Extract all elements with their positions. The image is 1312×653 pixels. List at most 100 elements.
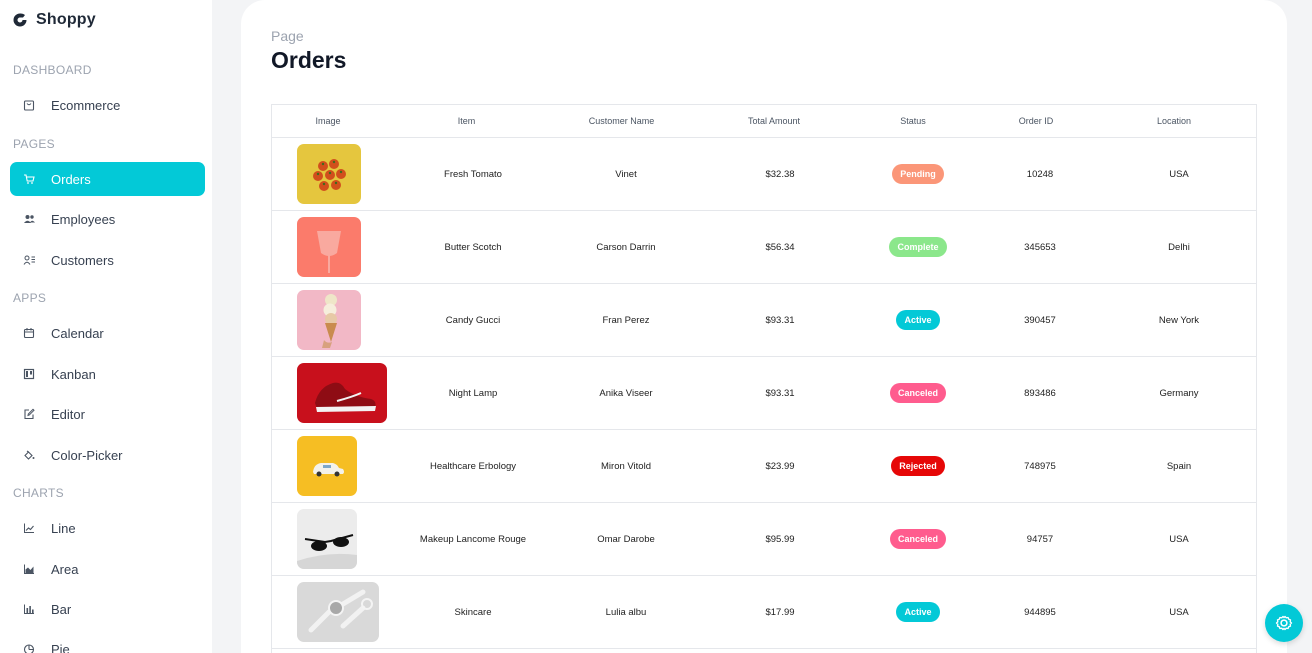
- sidebar-item-label: Ecommerce: [51, 97, 121, 113]
- cell-order-id: 10248: [1026, 168, 1054, 180]
- column-header-status[interactable]: Status: [854, 105, 972, 138]
- section-title-pages: PAGES: [13, 137, 55, 151]
- cell-item: Candy Gucci: [445, 314, 501, 326]
- cell-location: Spain: [1166, 460, 1192, 472]
- status-badge: Rejected: [891, 456, 945, 476]
- cell-customer: Fran Perez: [602, 314, 650, 326]
- line-chart-icon: [22, 521, 36, 535]
- sidebar-item-bar[interactable]: Bar: [10, 592, 205, 626]
- cell-customer: Omar Darobe: [597, 533, 655, 545]
- sidebar-item-label: Employees: [51, 211, 116, 227]
- table-row[interactable]: Fresh Tomato Vinet $32.38 Pending 10248 …: [272, 138, 1256, 211]
- cell-amount: $23.99: [765, 460, 795, 472]
- app-name: Shoppy: [36, 11, 96, 28]
- sidebar-item-orders[interactable]: Orders: [10, 162, 205, 196]
- page-category: Page: [271, 28, 304, 44]
- cell-location: Delhi: [1168, 241, 1190, 253]
- cell-order-id: 944895: [1024, 606, 1056, 618]
- sidebar-item-employees[interactable]: Employees: [10, 202, 205, 236]
- table-row[interactable]: Healthcare Erbology Miron Vitold $23.99 …: [272, 430, 1256, 503]
- sidebar-item-label: Line: [51, 520, 76, 536]
- cell-amount: $93.31: [765, 387, 795, 399]
- column-header-customer-name[interactable]: Customer Name: [549, 105, 694, 138]
- paint-bucket-icon: [22, 448, 36, 462]
- sidebar-item-customers[interactable]: Customers: [10, 243, 205, 277]
- sidebar-item-calendar[interactable]: Calendar: [10, 316, 205, 350]
- sidebar-item-label: Bar: [51, 601, 72, 617]
- table-row[interactable]: Skincare Lulia albu $17.99 Active 944895…: [272, 576, 1256, 649]
- sidebar-item-line[interactable]: Line: [10, 511, 205, 545]
- sidebar-item-pie[interactable]: Pie: [10, 632, 205, 653]
- calendar-icon: [22, 326, 36, 340]
- column-header-order-id[interactable]: Order ID: [972, 105, 1100, 138]
- column-header-total-amount[interactable]: Total Amount: [694, 105, 854, 138]
- table-row[interactable]: Night Lamp Anika Viseer $93.31 Canceled …: [272, 357, 1256, 430]
- status-badge: Canceled: [889, 383, 947, 403]
- sidebar: Shoppy DASHBOARD Ecommerce PAGES Orders …: [0, 0, 212, 653]
- tomato-thumbnail: [297, 144, 361, 204]
- drink-cup-thumbnail: [297, 217, 361, 277]
- status-badge: Active: [896, 602, 940, 622]
- cell-customer: Miron Vitold: [601, 460, 651, 472]
- cell-order-id: 390457: [1024, 314, 1056, 326]
- status-badge: Pending: [892, 164, 944, 184]
- cell-amount: $95.99: [765, 533, 795, 545]
- shopping-bag-icon: [22, 98, 36, 112]
- contacts-icon: [22, 253, 36, 267]
- cell-customer: Lulia albu: [605, 606, 647, 618]
- smartwatch-thumbnail: [297, 582, 379, 642]
- section-title-dashboard: DASHBOARD: [13, 63, 92, 77]
- people-icon: [22, 212, 36, 226]
- settings-button[interactable]: [1265, 604, 1303, 642]
- gear-icon: [1275, 615, 1293, 631]
- kanban-icon: [22, 367, 36, 381]
- table-header: Image Item Customer Name Total Amount St…: [272, 105, 1256, 138]
- pie-chart-icon: [22, 642, 36, 653]
- sidebar-item-area[interactable]: Area: [10, 552, 205, 586]
- column-header-location[interactable]: Location: [1100, 105, 1248, 138]
- section-title-apps: APPS: [13, 291, 47, 305]
- table-row[interactable]: Makeup Lancome Rouge Omar Darobe $95.99 …: [272, 503, 1256, 576]
- cell-location: USA: [1169, 533, 1189, 545]
- table-row[interactable]: Butter Scotch Carson Darrin $56.34 Compl…: [272, 211, 1256, 284]
- cell-amount: $17.99: [765, 606, 795, 618]
- toy-car-thumbnail: [297, 436, 357, 496]
- column-header-item[interactable]: Item: [384, 105, 549, 138]
- cell-item: Fresh Tomato: [444, 168, 502, 180]
- cell-order-id: 94757: [1026, 533, 1054, 545]
- cell-amount: $56.34: [765, 241, 795, 253]
- sidebar-item-color-picker[interactable]: Color-Picker: [10, 438, 205, 472]
- ice-cream-thumbnail: [297, 290, 361, 350]
- cell-item: Butter Scotch: [444, 241, 502, 253]
- sidebar-item-kanban[interactable]: Kanban: [10, 357, 205, 391]
- red-sneaker-thumbnail: [297, 363, 387, 423]
- sidebar-item-label: Orders: [51, 171, 91, 187]
- edit-icon: [22, 407, 36, 421]
- sidebar-item-ecommerce[interactable]: Ecommerce: [10, 88, 205, 122]
- shoppy-logo-icon: [13, 13, 27, 27]
- area-chart-icon: [22, 562, 36, 576]
- cell-amount: $32.38: [765, 168, 795, 180]
- cell-item: Makeup Lancome Rouge: [419, 533, 527, 545]
- cell-item: Healthcare Erbology: [429, 460, 517, 472]
- status-badge: Complete: [889, 237, 947, 257]
- cell-order-id: 345653: [1024, 241, 1056, 253]
- cell-location: USA: [1169, 606, 1189, 618]
- cell-customer: Vinet: [615, 168, 637, 180]
- page-title: Orders: [271, 47, 347, 73]
- sunglasses-thumbnail: [297, 509, 357, 569]
- cell-location: USA: [1169, 168, 1189, 180]
- cell-item: Skincare: [454, 606, 492, 618]
- cell-location: New York: [1158, 314, 1200, 326]
- sidebar-item-editor[interactable]: Editor: [10, 397, 205, 431]
- cell-order-id: 748975: [1024, 460, 1056, 472]
- sidebar-item-label: Editor: [51, 406, 85, 422]
- sidebar-item-label: Color-Picker: [51, 447, 123, 463]
- table-row[interactable]: Candy Gucci Fran Perez $93.31 Active 390…: [272, 284, 1256, 357]
- cell-customer: Carson Darrin: [596, 241, 656, 253]
- status-badge: Active: [896, 310, 940, 330]
- cell-item: Night Lamp: [448, 387, 498, 399]
- brand-logo[interactable]: Shoppy: [12, 11, 96, 29]
- section-title-charts: CHARTS: [13, 486, 64, 500]
- column-header-image[interactable]: Image: [272, 105, 384, 138]
